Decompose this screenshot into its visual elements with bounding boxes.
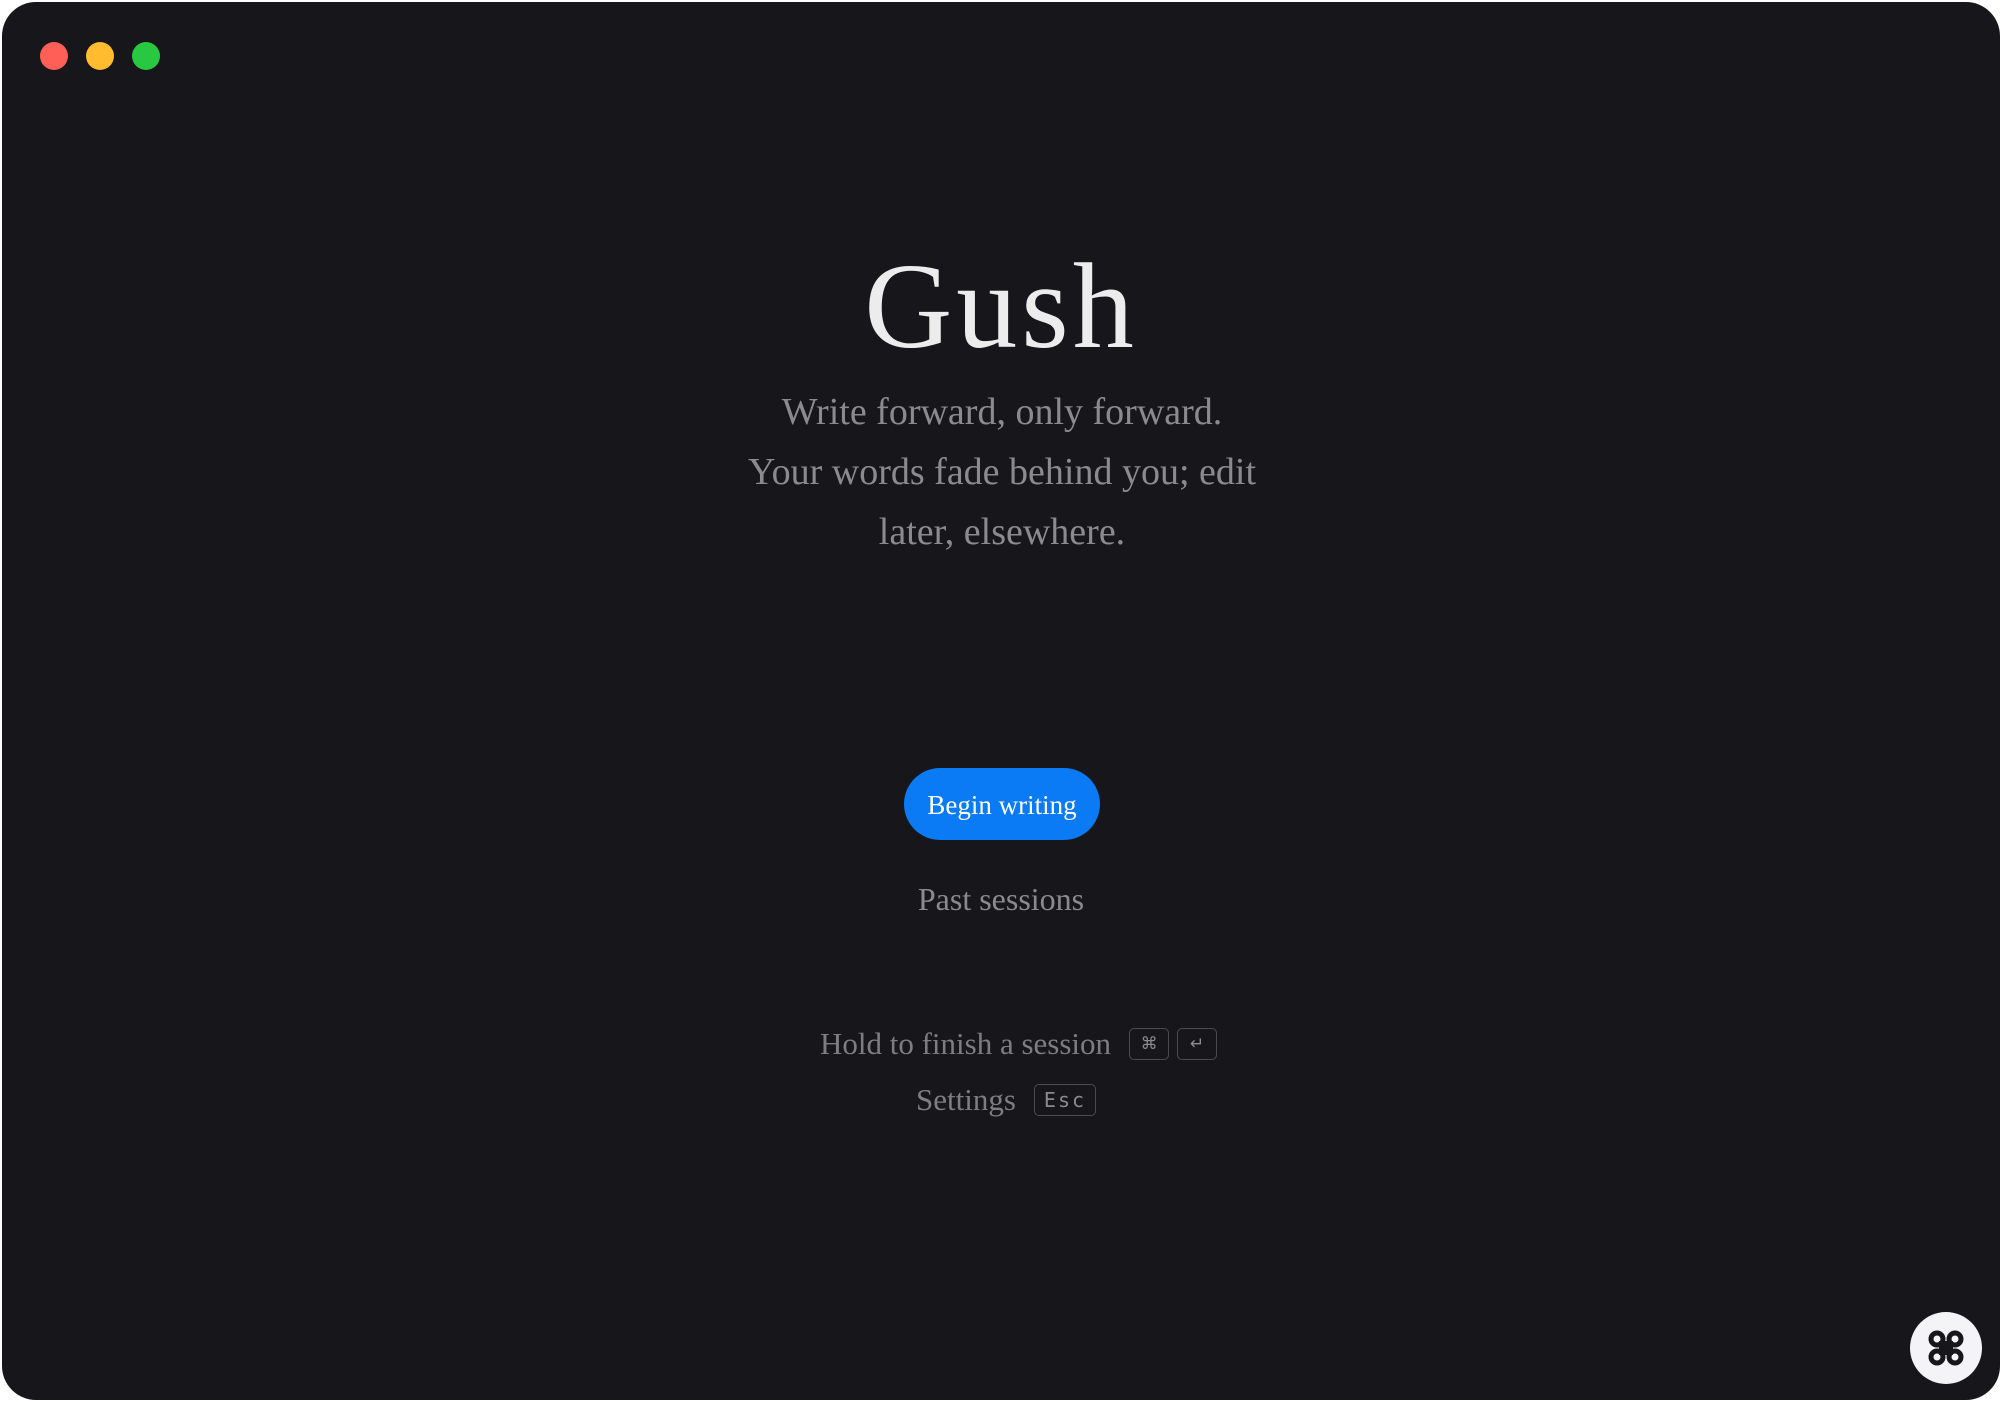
minimize-window-button[interactable] [86,42,114,70]
floating-command-button[interactable] [1910,1312,1982,1384]
settings-hint[interactable]: Settings Esc [916,1074,1097,1126]
app-tagline: Write forward, only forward. Your words … [747,391,1257,553]
command-icon [1928,1330,1964,1366]
return-key: ↵ [1177,1028,1218,1060]
begin-writing-button[interactable]: Begin writing [904,768,1100,840]
finish-session-hint-label: Hold to finish a session [820,1026,1112,1061]
escape-key: Esc [1033,1084,1097,1116]
command-key: ⌘ [1129,1028,1170,1060]
window-controls [40,42,160,70]
past-sessions-link[interactable]: Past sessions [2,874,2000,924]
close-window-button[interactable] [40,42,68,70]
settings-hint-label: Settings [916,1082,1016,1117]
app-window: Gush Write forward, only forward. Your w… [2,2,2000,1400]
app-title: Gush [864,239,1138,374]
zoom-window-button[interactable] [132,42,160,70]
finish-session-hint: Hold to finish a session ⌘ ↵ [820,1018,1218,1070]
